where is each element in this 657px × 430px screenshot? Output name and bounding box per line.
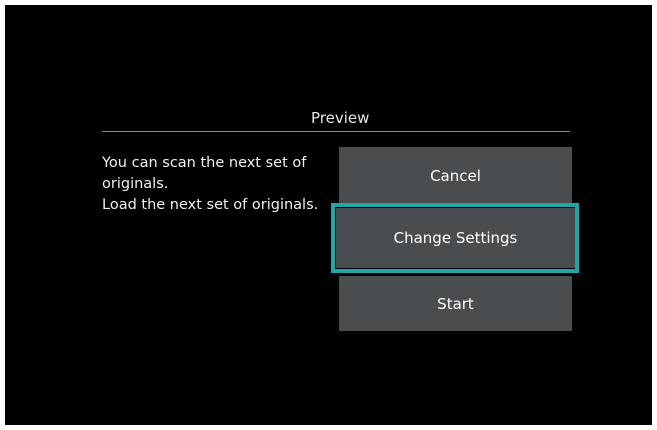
cancel-button[interactable]: Cancel <box>339 147 572 205</box>
dialog-message: You can scan the next set of originals. … <box>102 153 337 216</box>
preview-screen: Preview You can scan the next set of ori… <box>5 5 652 425</box>
title-divider <box>102 131 570 132</box>
change-settings-button[interactable]: Change Settings <box>336 208 575 268</box>
start-button[interactable]: Start <box>339 276 572 331</box>
start-button-label: Start <box>437 294 474 313</box>
message-line-1: You can scan the next set of originals. <box>102 155 307 192</box>
cancel-button-label: Cancel <box>430 167 481 185</box>
message-line-2: Load the next set of originals. <box>102 197 319 213</box>
dialog-title: Preview <box>311 109 370 127</box>
change-settings-button-label: Change Settings <box>393 229 518 247</box>
